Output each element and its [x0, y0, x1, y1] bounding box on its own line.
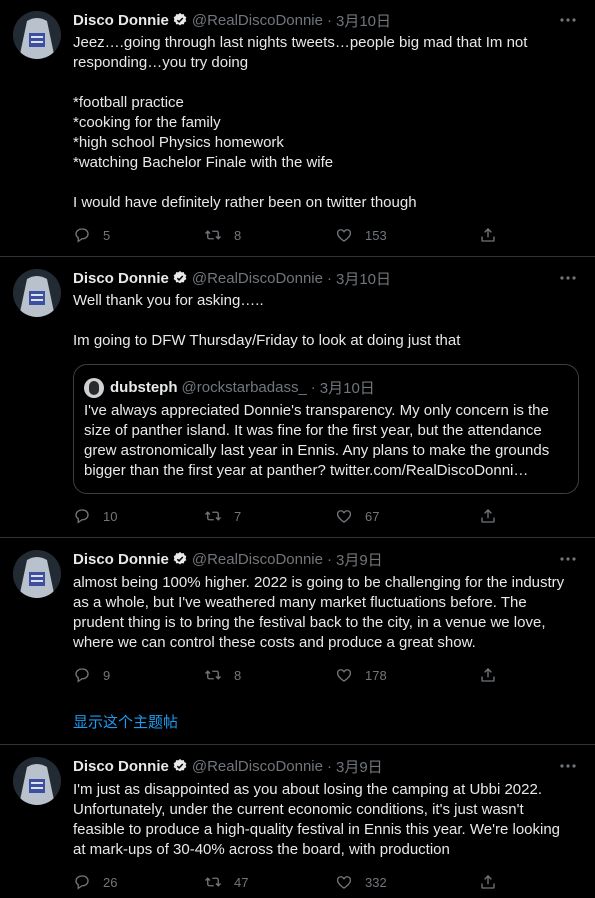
separator-dot: ·: [326, 550, 332, 568]
share-icon: [481, 509, 495, 523]
reply-count: 26: [103, 874, 118, 890]
more-icon[interactable]: [559, 12, 577, 28]
like-button[interactable]: 178: [335, 666, 387, 684]
author-handle[interactable]: @RealDiscoDonnie: [192, 758, 323, 775]
retweet-button[interactable]: 8: [204, 226, 241, 244]
share-icon: [481, 228, 495, 242]
like-button[interactable]: 153: [335, 226, 387, 244]
retweet-count: 7: [234, 508, 242, 524]
reply-count: 10: [103, 508, 118, 524]
retweet-icon: [205, 670, 221, 680]
like-count: 67: [365, 508, 380, 524]
reply-icon: [75, 875, 89, 890]
tweet[interactable]: Disco Donnie @RealDiscoDonnie · 3月9日 I'm…: [0, 746, 595, 898]
retweet-button[interactable]: 7: [204, 507, 241, 525]
tweet-text: almost being 100% higher. 2022 is going …: [73, 574, 565, 651]
more-icon[interactable]: [559, 270, 577, 286]
like-button[interactable]: 67: [335, 507, 379, 525]
share-icon: [481, 875, 495, 889]
retweet-button[interactable]: 47: [204, 873, 248, 891]
like-icon: [336, 510, 352, 523]
author-handle[interactable]: @RealDiscoDonnie: [192, 270, 323, 287]
more-icon[interactable]: [559, 758, 577, 774]
author-name[interactable]: Disco Donnie: [73, 270, 169, 287]
quote-author-name: dubsteph: [110, 379, 178, 396]
separator-dot: ·: [326, 757, 332, 775]
retweet-icon: [205, 230, 221, 240]
retweet-count: 8: [234, 667, 242, 683]
like-count: 332: [365, 874, 387, 890]
verified-badge-icon: [173, 13, 187, 26]
tweet-date[interactable]: 3月9日: [336, 756, 383, 777]
reply-button[interactable]: 26: [73, 873, 117, 891]
share-icon: [481, 668, 495, 682]
reply-button[interactable]: 10: [73, 507, 117, 525]
author-handle[interactable]: @RealDiscoDonnie: [192, 12, 323, 29]
reply-icon: [75, 668, 89, 683]
author-name[interactable]: Disco Donnie: [73, 551, 169, 568]
share-button[interactable]: [479, 507, 509, 525]
avatar-image-icon: [13, 757, 61, 805]
avatar[interactable]: [13, 550, 61, 598]
more-icon[interactable]: [559, 551, 577, 567]
tweet-text: I'm just as disappointed as you about lo…: [73, 781, 561, 858]
avatar[interactable]: [13, 11, 61, 59]
avatar[interactable]: [13, 757, 61, 805]
avatar[interactable]: [13, 269, 61, 317]
separator-dot: ·: [326, 11, 332, 29]
reply-icon: [75, 228, 89, 243]
quote-text: I've always appreciated Donnie's transpa…: [84, 402, 550, 479]
author-name[interactable]: Disco Donnie: [73, 12, 169, 29]
avatar-image-icon: [13, 11, 61, 59]
tweet-date[interactable]: 3月10日: [336, 10, 391, 31]
reply-icon: [75, 509, 89, 524]
share-button[interactable]: [479, 666, 509, 684]
like-icon: [336, 876, 352, 889]
tweet[interactable]: Disco Donnie @RealDiscoDonnie · 3月10日 We…: [0, 258, 595, 538]
quote-author-handle: @rockstarbadass_: [181, 379, 307, 396]
retweet-button[interactable]: 8: [204, 666, 241, 684]
retweet-icon: [205, 877, 221, 887]
tweet[interactable]: Disco Donnie @RealDiscoDonnie · 3月9日 alm…: [0, 539, 595, 699]
quote-avatar: [84, 377, 104, 398]
like-button[interactable]: 332: [335, 873, 387, 891]
separator-dot: ·: [326, 269, 332, 287]
avatar-image-icon: [13, 269, 61, 317]
tweet-text: Jeez….going through last nights tweets…p…: [73, 34, 528, 211]
share-button[interactable]: [479, 226, 509, 244]
reply-count: 9: [103, 667, 111, 683]
divider: [0, 744, 595, 745]
author-handle[interactable]: @RealDiscoDonnie: [192, 551, 323, 568]
tweet-text: Well thank you for asking….. Im going to…: [73, 292, 461, 349]
verified-badge-icon: [173, 759, 187, 772]
tweet[interactable]: Disco Donnie @RealDiscoDonnie · 3月10日 Je…: [0, 0, 595, 257]
reply-button[interactable]: 5: [73, 226, 110, 244]
verified-badge-icon: [173, 552, 187, 565]
tweet-date[interactable]: 3月10日: [336, 268, 391, 289]
retweet-count: 8: [234, 227, 242, 243]
tweet-date[interactable]: 3月9日: [336, 549, 383, 570]
retweet-icon: [205, 511, 221, 521]
like-icon: [336, 229, 352, 242]
like-icon: [336, 669, 352, 682]
retweet-count: 47: [234, 874, 249, 890]
quote-date: 3月10日: [319, 380, 375, 397]
like-count: 153: [365, 227, 387, 243]
like-count: 178: [365, 667, 387, 683]
reply-button[interactable]: 9: [73, 666, 110, 684]
verified-badge-icon: [173, 271, 187, 284]
share-button[interactable]: [479, 873, 509, 891]
separator-dot: ·: [310, 379, 316, 396]
reply-count: 5: [103, 227, 111, 243]
show-thread-link[interactable]: 显示这个主题帖: [73, 711, 178, 732]
quoted-tweet[interactable]: dubsteph @rockstarbadass_ · 3月10日 I've a…: [73, 364, 579, 494]
author-name[interactable]: Disco Donnie: [73, 758, 169, 775]
avatar-image-icon: [13, 550, 61, 598]
